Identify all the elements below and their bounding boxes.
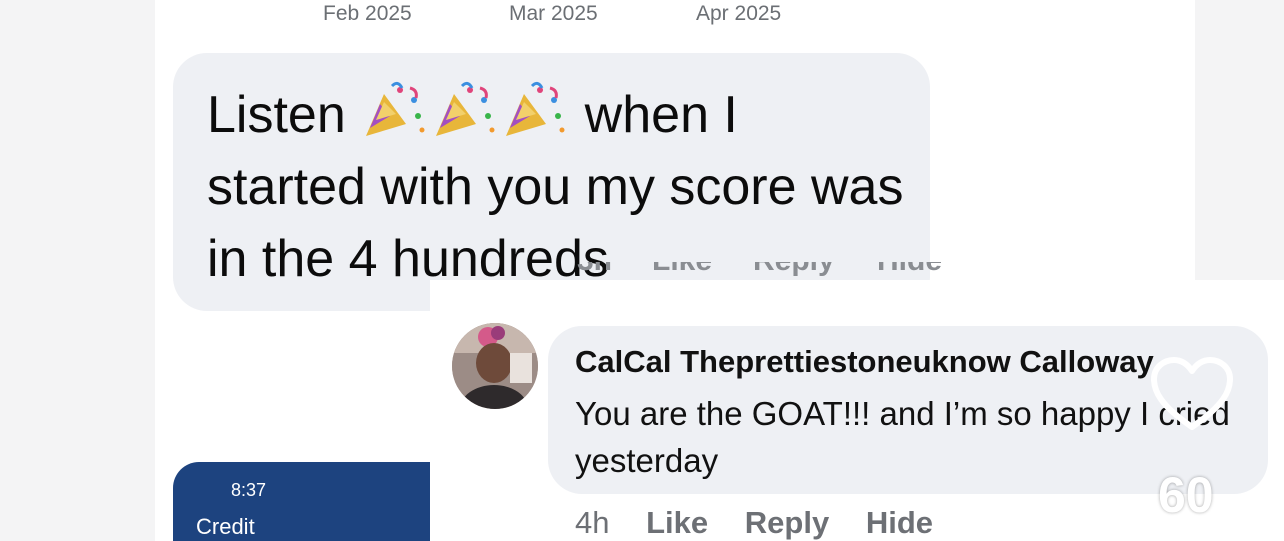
party-popper-icon bbox=[366, 81, 425, 136]
month-label: Feb 2025 bbox=[323, 2, 412, 25]
month-label: Apr 2025 bbox=[696, 2, 782, 25]
cut-off-time: 3h bbox=[577, 262, 612, 276]
party-popper-icon bbox=[506, 81, 565, 136]
comment-author[interactable]: CalCal Theprettiestoneuknow Calloway bbox=[575, 344, 1154, 380]
cut-off-like[interactable]: Like bbox=[652, 262, 712, 276]
phone-card: 8:37 Credit bbox=[173, 462, 430, 541]
comment-actions: 4h Like Reply Hide bbox=[575, 505, 961, 541]
cut-off-hide[interactable]: Hide bbox=[877, 262, 942, 276]
like-count: 60 bbox=[1158, 467, 1214, 523]
like-button[interactable]: Like bbox=[646, 505, 708, 540]
avatar[interactable] bbox=[452, 323, 538, 409]
month-label: Mar 2025 bbox=[509, 2, 598, 25]
message-text-start: Listen bbox=[207, 86, 346, 144]
hide-button[interactable]: Hide bbox=[866, 505, 933, 540]
profile-photo bbox=[452, 323, 538, 409]
party-popper-icon bbox=[436, 81, 495, 136]
reply-button[interactable]: Reply bbox=[745, 505, 829, 540]
phone-time: 8:37 bbox=[231, 480, 267, 500]
heart-outline-icon[interactable] bbox=[1150, 357, 1234, 433]
phone-credit-label: Credit bbox=[196, 514, 255, 539]
cut-off-reply[interactable]: Reply bbox=[753, 262, 835, 276]
cut-off-actions: 3h Like Reply Hide bbox=[577, 262, 977, 292]
month-axis: Feb 2025 Mar 2025 Apr 2025 bbox=[0, 2, 1284, 28]
comment-time: 4h bbox=[575, 505, 610, 540]
